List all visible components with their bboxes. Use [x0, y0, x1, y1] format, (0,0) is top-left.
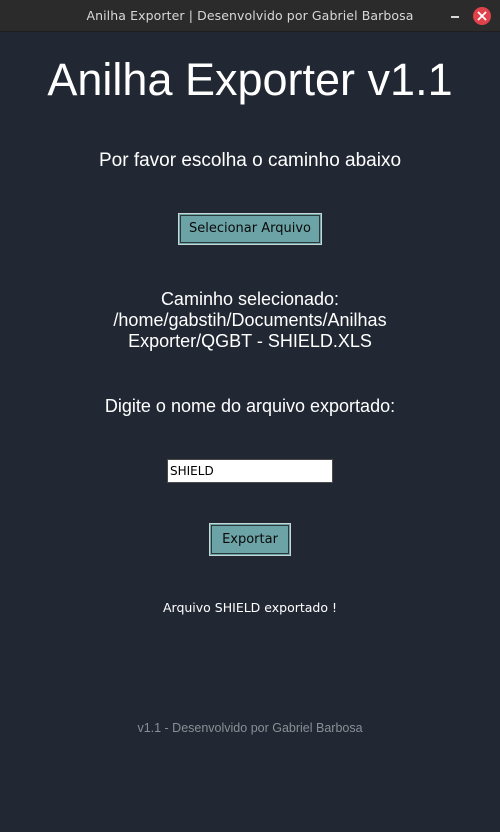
- minimize-button[interactable]: [446, 7, 464, 25]
- selected-path: Caminho selecionado: /home/gabstih/Docum…: [60, 289, 440, 352]
- app-window: Anilha Exporter | Desenvolvido por Gabri…: [0, 0, 500, 832]
- window-title: Anilha Exporter | Desenvolvido por Gabri…: [86, 8, 414, 23]
- footer-credit: v1.1 - Desenvolvido por Gabriel Barbosa: [137, 721, 363, 735]
- selected-path-line-2: Exporter/QGBT - SHIELD.XLS: [128, 331, 372, 351]
- export-button[interactable]: Exportar: [209, 523, 291, 556]
- select-file-button[interactable]: Selecionar Arquivo: [178, 213, 322, 245]
- path-prompt: Por favor escolha o caminho abaixo: [98, 150, 402, 171]
- selected-path-label: Caminho selecionado:: [160, 289, 340, 309]
- close-button[interactable]: [473, 7, 491, 25]
- window-titlebar[interactable]: Anilha Exporter | Desenvolvido por Gabri…: [0, 0, 500, 32]
- selected-path-line-1: /home/gabstih/Documents/Anilhas: [113, 310, 387, 330]
- close-icon: [477, 11, 487, 21]
- filename-input[interactable]: [167, 459, 333, 483]
- app-title: Anilha Exporter v1.1: [47, 54, 453, 105]
- status-message: Arquivo SHIELD exportado !: [162, 600, 338, 615]
- filename-prompt: Digite o nome do arquivo exportado:: [104, 396, 396, 416]
